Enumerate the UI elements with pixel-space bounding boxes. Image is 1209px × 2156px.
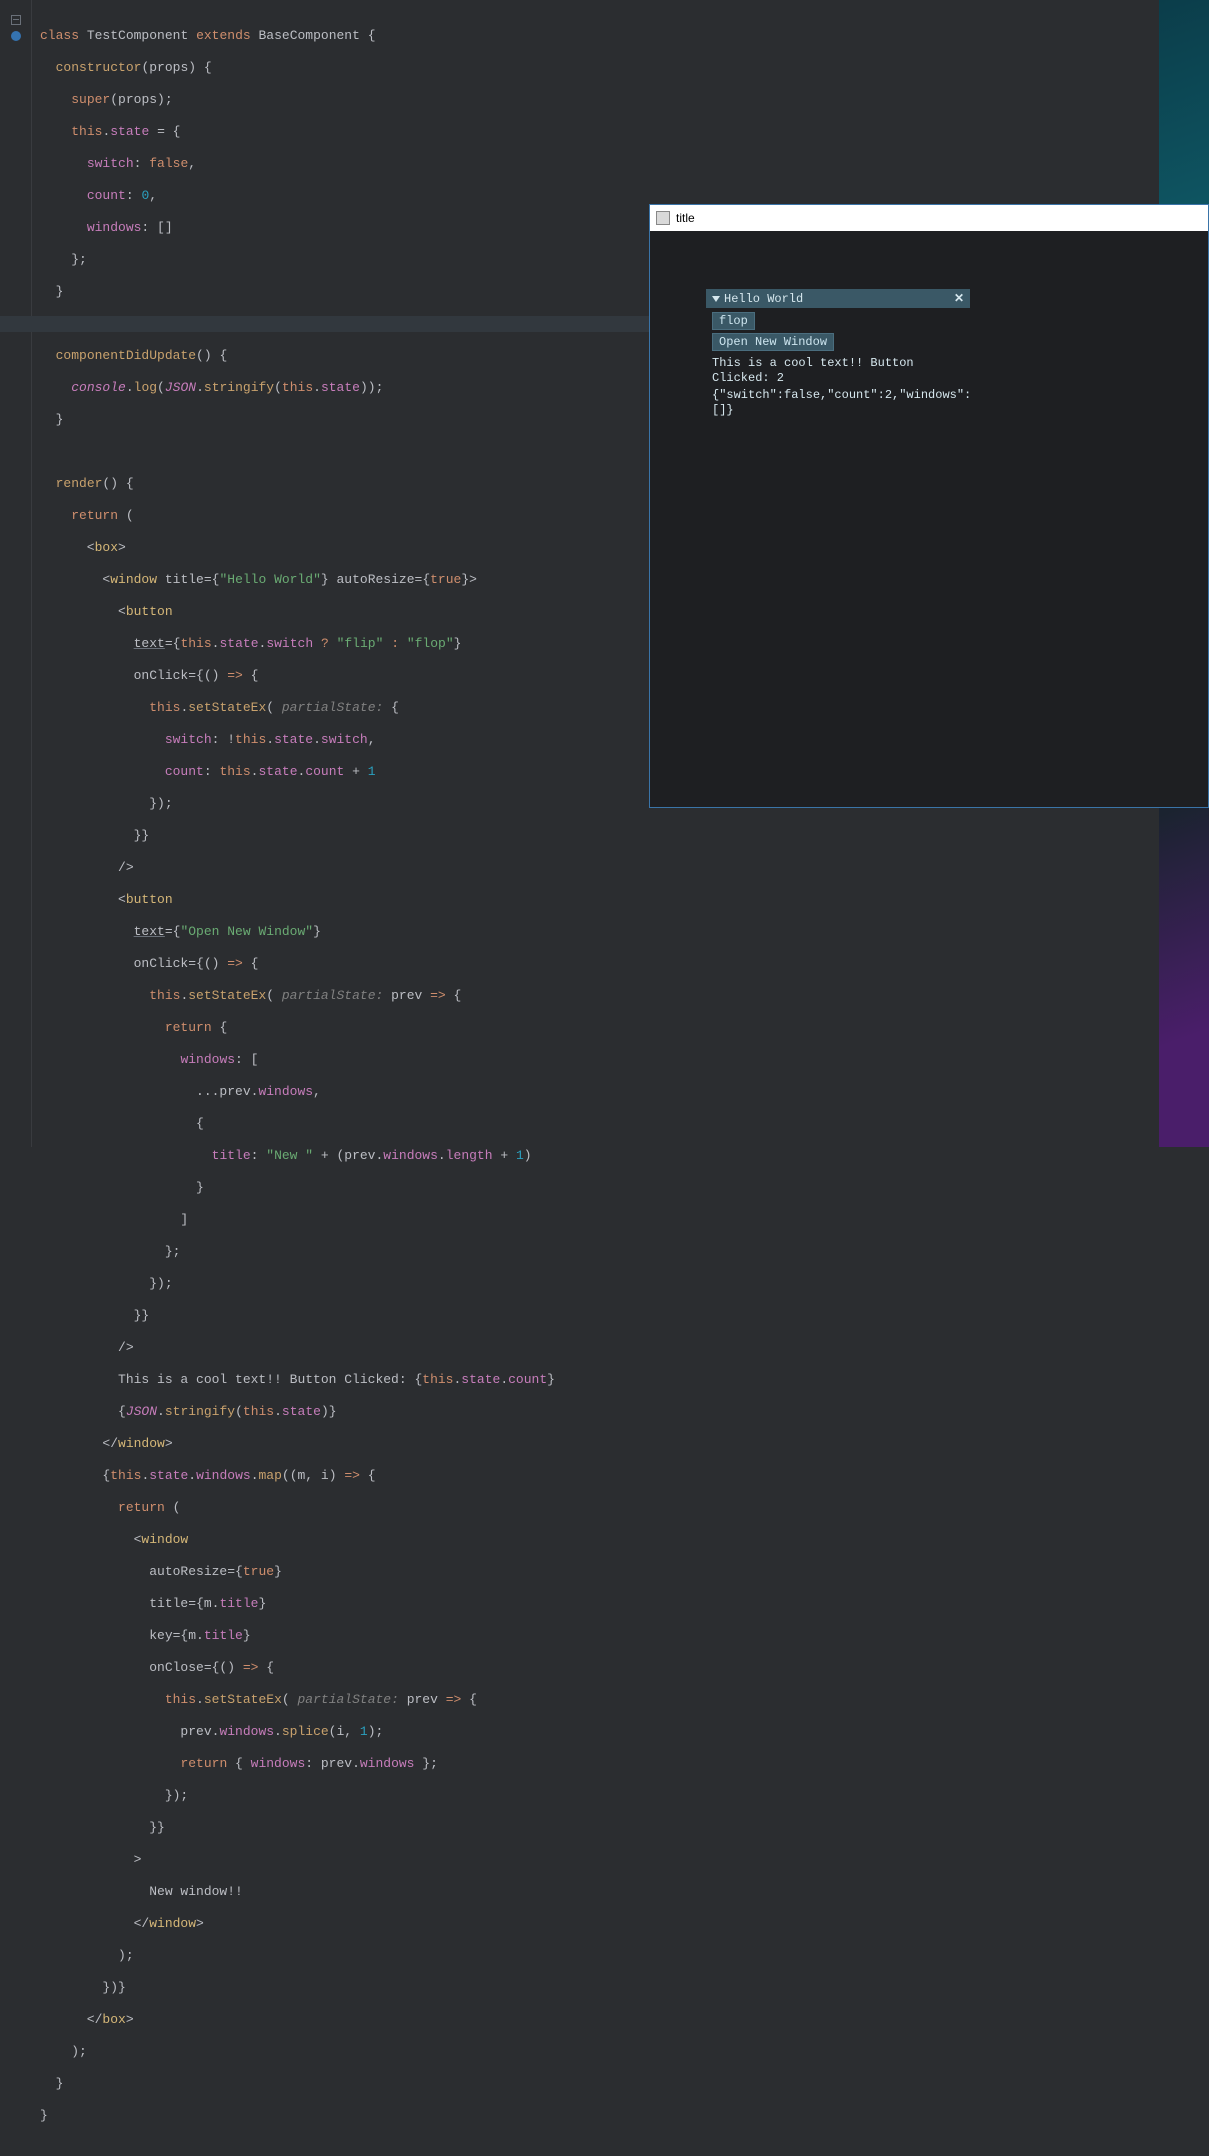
app-body: Hello World ✕ flop Open New Window This …	[650, 231, 1208, 424]
titlebar[interactable]: title	[650, 205, 1208, 231]
window-title: title	[676, 211, 695, 225]
fold-icon[interactable]	[11, 15, 21, 25]
editor-gutter[interactable]	[0, 0, 32, 1147]
inner-titlebar[interactable]: Hello World ✕	[706, 289, 970, 308]
collapse-icon[interactable]	[712, 296, 720, 302]
app-window[interactable]: title Hello World ✕ flop Open New Window…	[649, 204, 1209, 808]
status-text: This is a cool text!! Button Clicked: 2	[712, 356, 964, 386]
inner-window-title: Hello World	[724, 292, 803, 306]
breakpoint-icon[interactable]	[11, 31, 21, 41]
inner-window[interactable]: Hello World ✕ flop Open New Window This …	[706, 289, 970, 424]
close-icon[interactable]: ✕	[954, 291, 964, 306]
open-new-window-button[interactable]: Open New Window	[712, 333, 834, 351]
app-icon	[656, 211, 670, 225]
state-json-text: {"switch":false,"count":2,"windows":[]}	[712, 388, 964, 418]
flop-button[interactable]: flop	[712, 312, 755, 330]
